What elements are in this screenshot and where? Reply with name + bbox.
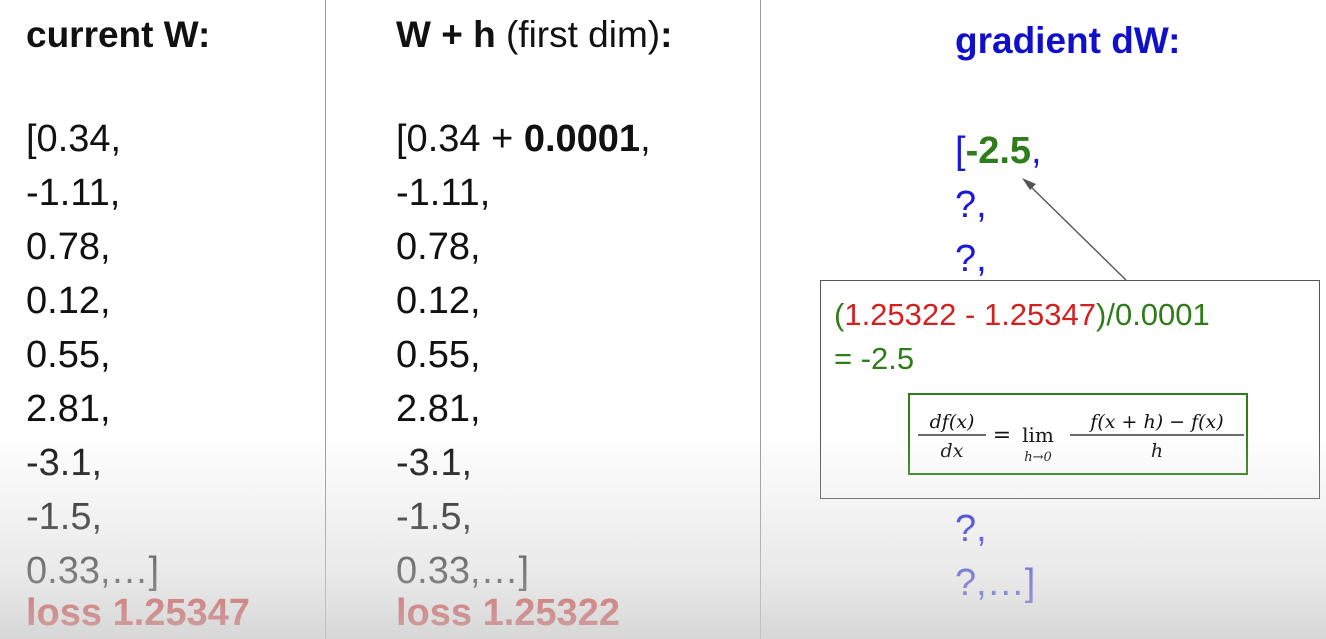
finite-difference-callout: (1.25322 - 1.25347)/0.0001 = -2.5 df(x) … [820, 280, 1320, 499]
equals-sign: = [993, 423, 1011, 448]
lim-operator: lim [1022, 423, 1054, 447]
loss-new: 1.25322 [844, 297, 957, 332]
divide-by-h: )/0.0001 [1096, 297, 1210, 332]
current-w-values: [0.34, -1.11, 0.78, 0.12, 0.55, 2.81, -3… [26, 112, 159, 598]
w-plus-h-value: 0.33,…] [396, 550, 530, 592]
gradient-bracket: [ [955, 130, 966, 172]
current-w-title: current W: [26, 14, 211, 55]
derivative-formula: df(x) dx = lim h→0 f(x + h) − f(x) h [908, 393, 1248, 475]
column-divider-1 [325, 0, 326, 639]
finite-difference-result: = -2.5 [834, 341, 915, 376]
first-value-prefix: [0.34 + [396, 118, 524, 160]
current-w-value: 0.55, [26, 334, 111, 376]
current-w-loss: loss 1.25347 [26, 592, 250, 634]
w-plus-h-title: W + h (first dim): [396, 14, 672, 56]
w-plus-h-value: 0.12, [396, 280, 481, 322]
paren-open: ( [834, 297, 845, 332]
w-plus-h-value: -1.5, [396, 496, 473, 538]
column-divider-2 [760, 0, 761, 639]
finite-difference-expression: (1.25322 - 1.25347)/0.0001 [834, 297, 1210, 333]
gradient-computed-value: -2.5 [965, 130, 1032, 172]
loss-old: 1.25347 [983, 297, 1097, 332]
w-plus-h-value: 0.78, [396, 226, 481, 268]
w-plus-h-title-rest: (first dim) [505, 14, 661, 55]
w-plus-h-values: [0.34 + 0.0001, -1.11, 0.78, 0.12, 0.55,… [396, 112, 651, 598]
w-plus-h-value: -1.11, [396, 172, 491, 214]
current-w-value: -1.11, [26, 172, 121, 214]
rhs-numerator: f(x + h) − f(x) [1088, 411, 1223, 433]
gradient-title: gradient dW: [955, 20, 1181, 61]
w-plus-h-loss: loss 1.25322 [396, 592, 620, 634]
lhs-denominator: dx [941, 440, 964, 462]
w-plus-h-first-value: [0.34 + 0.0001, [396, 112, 651, 166]
w-plus-h-title-bold: W + h [396, 14, 496, 55]
w-plus-h-value: 0.55, [396, 334, 481, 376]
current-w-value: [0.34, [26, 118, 122, 160]
gradient-value: ?,…] [955, 562, 1036, 604]
gradient-comma: , [1031, 130, 1042, 172]
gradient-value: ?, [955, 508, 987, 550]
lim-subscript: h→0 [1024, 450, 1052, 465]
minus-sign: - [956, 297, 984, 332]
current-w-value: -3.1, [26, 442, 103, 484]
current-w-value: 0.12, [26, 280, 111, 322]
gradient-value: ?, [955, 184, 987, 226]
gradient-first-value: [-2.5, [955, 124, 1042, 178]
w-plus-h-title-colon: : [660, 14, 673, 55]
derivative-formula-svg: df(x) dx = lim h→0 f(x + h) − f(x) h [918, 411, 1244, 465]
w-plus-h-value: 2.81, [396, 388, 481, 430]
lhs-numerator: df(x) [930, 411, 975, 433]
gradient-value: ?, [955, 238, 987, 280]
step-size-h: 0.0001 [523, 118, 641, 160]
current-w-value: 0.33,…] [26, 550, 160, 592]
current-w-value: -1.5, [26, 496, 103, 538]
current-w-value: 2.81, [26, 388, 111, 430]
first-value-suffix: , [640, 118, 651, 160]
current-w-value: 0.78, [26, 226, 111, 268]
rhs-denominator: h [1151, 440, 1163, 462]
w-plus-h-value: -3.1, [396, 442, 473, 484]
